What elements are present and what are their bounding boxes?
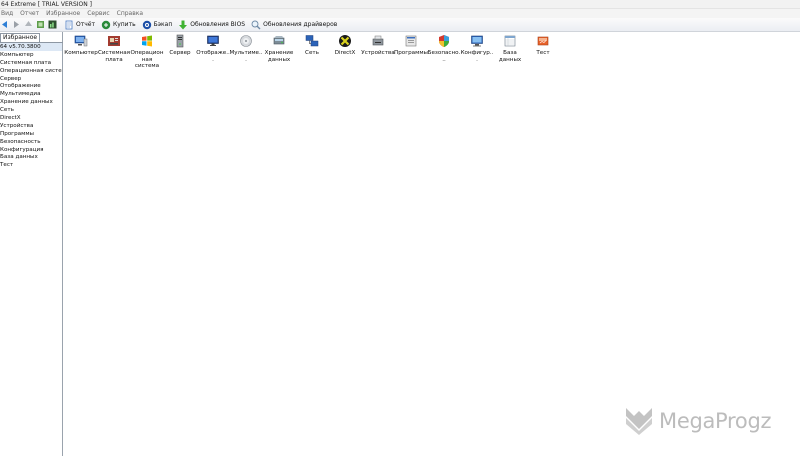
backup-button[interactable]: Бэкап [142, 20, 172, 30]
tree-item-computer[interactable]: Компьютер [0, 51, 62, 59]
tree-item-os[interactable]: Операционная система [0, 67, 62, 75]
security-icon [437, 34, 451, 48]
up-icon[interactable] [24, 20, 33, 29]
tree-item-database[interactable]: База данных [0, 153, 62, 161]
computer-icon [74, 34, 88, 48]
tree-item-storage[interactable]: Хранение данных [0, 98, 62, 106]
watermark-text: MegaProgz [659, 409, 772, 433]
config-icon [470, 34, 484, 48]
programs-icon [404, 34, 418, 48]
tree-item-security[interactable]: Безопасность [0, 138, 62, 146]
driver-update-icon [251, 20, 261, 30]
category-multimedia[interactable]: Мультиме... [229, 34, 263, 63]
category-motherboard[interactable]: Системная плата [97, 34, 131, 63]
tree-item-motherboard[interactable]: Системная плата [0, 59, 62, 67]
display-icon [206, 34, 220, 48]
tree-item-multimedia[interactable]: Мультимедиа [0, 90, 62, 98]
category-server[interactable]: Сервер [163, 34, 197, 57]
server-icon [173, 34, 187, 48]
tree-item-devices[interactable]: Устройства [0, 122, 62, 130]
buy-button[interactable]: Купить [101, 20, 136, 30]
driver-update-button[interactable]: Обновления драйверов [251, 20, 337, 30]
directx-icon [338, 34, 352, 48]
menu-help[interactable]: Справка [117, 10, 143, 17]
category-devices[interactable]: Устройства [361, 34, 395, 57]
multimedia-icon [239, 34, 253, 48]
category-security[interactable]: Безопасно... [427, 34, 461, 63]
tree-root[interactable]: 64 v5.70.3800 [0, 43, 62, 51]
category-programs[interactable]: Программы [394, 34, 428, 57]
benchmark-icon [536, 34, 550, 48]
sidebar: Избранное 64 v5.70.3800 Компьютер Систем… [0, 32, 63, 456]
storage-icon [272, 34, 286, 48]
refresh-icon[interactable] [36, 20, 45, 29]
buy-icon [101, 20, 111, 30]
category-panel: Компьютер Системная плата Операционная с… [64, 32, 800, 456]
report-icon [64, 20, 74, 30]
back-icon[interactable] [0, 20, 9, 29]
menu-bar: Вид Отчет Избранное Сервис Справка [0, 9, 800, 18]
tree-item-directx[interactable]: DirectX [0, 114, 62, 122]
backup-icon [142, 20, 152, 30]
devices-icon [371, 34, 385, 48]
tree-item-programs[interactable]: Программы [0, 130, 62, 138]
watermark-logo-icon [624, 404, 654, 438]
category-config[interactable]: Конфигур... [460, 34, 494, 63]
nav-buttons [0, 20, 64, 29]
bios-update-button[interactable]: Обновления BIOS [178, 20, 245, 30]
motherboard-icon [107, 34, 121, 48]
title-bar: 64 Extreme [ TRIAL VERSION ] [0, 0, 800, 9]
database-icon [503, 34, 517, 48]
menu-favorites[interactable]: Избранное [46, 10, 80, 17]
tree-item-benchmark[interactable]: Тест [0, 161, 62, 169]
chart-icon[interactable] [48, 20, 57, 29]
category-os[interactable]: Операционная система [130, 34, 164, 70]
navigation-tree: 64 v5.70.3800 Компьютер Системная плата … [0, 43, 62, 169]
category-network[interactable]: Сеть [295, 34, 329, 57]
category-storage[interactable]: Хранение данных [262, 34, 296, 63]
toolbar: Отчёт Купить Бэкап Обновления BIOS Обнов… [0, 18, 800, 32]
menu-view[interactable]: Вид [1, 10, 13, 17]
network-icon [305, 34, 319, 48]
forward-icon[interactable] [12, 20, 21, 29]
tree-item-display[interactable]: Отображение [0, 82, 62, 90]
bios-update-icon [178, 20, 188, 30]
tree-item-config[interactable]: Конфигурация [0, 146, 62, 154]
window-title: 64 Extreme [ TRIAL VERSION ] [1, 1, 93, 8]
favorites-tab[interactable]: Избранное [0, 33, 41, 42]
windows-icon [140, 34, 154, 48]
menu-service[interactable]: Сервис [87, 10, 109, 17]
tree-item-server[interactable]: Сервер [0, 75, 62, 83]
report-button[interactable]: Отчёт [64, 20, 95, 30]
watermark: MegaProgz [624, 404, 772, 438]
category-display[interactable]: Отображе... [196, 34, 230, 63]
menu-report[interactable]: Отчет [20, 10, 39, 17]
category-benchmark[interactable]: Тест [526, 34, 560, 57]
category-computer[interactable]: Компьютер [64, 34, 98, 57]
category-directx[interactable]: DirectX [328, 34, 362, 57]
tree-item-network[interactable]: Сеть [0, 106, 62, 114]
category-database[interactable]: База данных [493, 34, 527, 63]
